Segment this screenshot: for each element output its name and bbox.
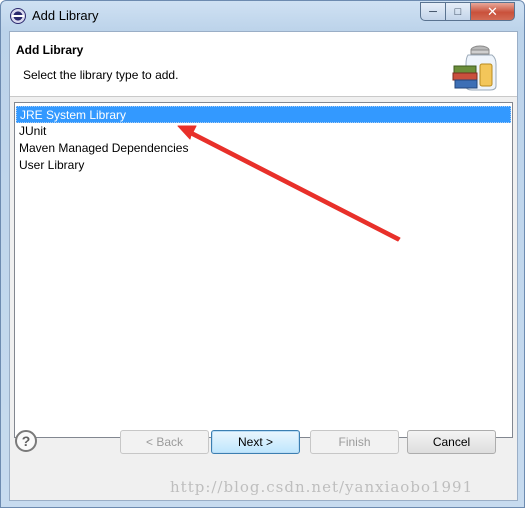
add-library-window: Add Library ─ □ ✕ Add Library Select the…: [0, 0, 525, 508]
list-item-user-library[interactable]: User Library: [16, 157, 511, 174]
close-button[interactable]: ✕: [470, 2, 515, 21]
wizard-header: Add Library Select the library type to a…: [10, 32, 517, 97]
finish-button[interactable]: Finish: [310, 430, 399, 454]
window-title: Add Library: [32, 8, 99, 23]
list-item-maven-managed-dependencies[interactable]: Maven Managed Dependencies: [16, 140, 511, 157]
close-icon: ✕: [487, 3, 498, 19]
back-button[interactable]: < Back: [120, 430, 209, 454]
eclipse-icon: [10, 8, 26, 24]
cancel-button[interactable]: Cancel: [407, 430, 496, 454]
watermark-text: http://blog.csdn.net/yanxiaobo1991: [170, 478, 474, 496]
help-icon[interactable]: ?: [15, 430, 37, 452]
page-title: Add Library: [16, 43, 84, 57]
next-button[interactable]: Next >: [211, 430, 300, 454]
maximize-button[interactable]: □: [445, 2, 471, 21]
list-item-junit[interactable]: JUnit: [16, 123, 511, 140]
minimize-icon: ─: [429, 5, 437, 18]
title-bar[interactable]: Add Library ─ □ ✕: [1, 1, 524, 30]
page-description: Select the library type to add.: [23, 68, 179, 82]
minimize-button[interactable]: ─: [420, 2, 446, 21]
maximize-icon: □: [454, 5, 462, 18]
library-jar-icon: [452, 45, 497, 91]
library-type-list[interactable]: JRE System Library JUnit Maven Managed D…: [14, 102, 513, 438]
list-item-jre-system-library[interactable]: JRE System Library: [16, 106, 511, 123]
